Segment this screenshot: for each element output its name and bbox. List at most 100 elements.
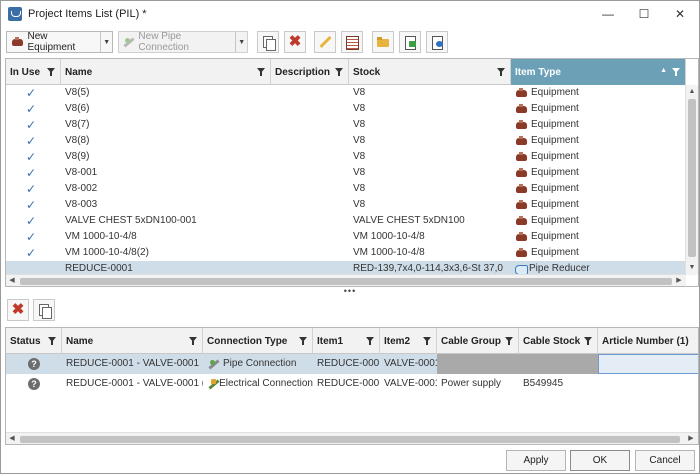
equipment-icon	[515, 136, 529, 146]
filter-icon[interactable]	[47, 68, 55, 76]
item2-cell: VALVE-0001	[384, 358, 437, 369]
table-row[interactable]: ? REDUCE-0001 - VALVE-0001 Pipe Connection…	[6, 354, 698, 374]
scroll-right-icon[interactable]: ▶	[685, 433, 697, 444]
status-cell: ?	[6, 374, 62, 394]
filter-icon[interactable]	[505, 337, 513, 345]
column-stock[interactable]: Stock	[349, 59, 511, 85]
delete-icon: ✖	[11, 301, 25, 318]
close-button[interactable]: ✕	[662, 1, 698, 27]
in-use-cell: ✓	[6, 117, 61, 133]
equipment-icon	[515, 104, 529, 114]
copy-connection-button[interactable]	[33, 299, 55, 321]
equipment-icon	[515, 152, 529, 162]
filter-icon[interactable]	[48, 337, 56, 345]
delete-connection-button[interactable]: ✖	[7, 299, 29, 321]
item1-cell: REDUCE-0001	[317, 358, 380, 369]
table-row[interactable]: ✓ V8(9) V8 Equipment	[6, 149, 686, 165]
table-row[interactable]: ✓ V8-002 V8 Equipment	[6, 181, 686, 197]
scroll-thumb[interactable]	[20, 278, 672, 285]
delete-button[interactable]: ✖	[284, 31, 306, 53]
item-stock-cell: VM 1000-10-4/8	[353, 247, 425, 258]
column-article-number[interactable]: Article Number (1)	[598, 328, 698, 354]
scroll-thumb[interactable]	[688, 99, 696, 257]
equipment-icon	[515, 216, 529, 226]
minimize-button[interactable]: —	[590, 1, 626, 27]
table-row[interactable]: ✓ VM 1000-10-4/8(2) VM 1000-10-4/8 Equipmen…	[6, 245, 686, 261]
chevron-down-icon[interactable]: ▼	[235, 32, 247, 52]
table-row[interactable]: ✓ VALVE CHEST 5xDN100-001 VALVE CHEST 5xDN…	[6, 213, 686, 229]
item-type-cell: Equipment	[511, 101, 686, 117]
table-row[interactable]: ✓ V8-001 V8 Equipment	[6, 165, 686, 181]
chevron-down-icon[interactable]: ▼	[100, 32, 112, 52]
open-button[interactable]	[372, 31, 394, 53]
column-status[interactable]: Status	[6, 328, 62, 354]
in-use-cell: ✓	[6, 133, 61, 149]
maximize-button[interactable]: ☐	[626, 1, 662, 27]
scroll-up-icon[interactable]: ▲	[686, 85, 698, 98]
table-row[interactable]: ✓ V8(7) V8 Equipment	[6, 117, 686, 133]
item-name-cell: V8(8)	[65, 135, 90, 146]
pipe-reducer-icon	[515, 264, 528, 275]
item-type-cell: Equipment	[511, 229, 686, 245]
properties-button[interactable]	[341, 31, 363, 53]
table-row[interactable]: ? REDUCE-0001 - VALVE-0001 (1) Electrical …	[6, 374, 698, 394]
column-name-label: Name	[65, 67, 93, 78]
column-name[interactable]: Name	[61, 59, 271, 85]
table-row[interactable]: ✓ VM 1000-10-4/8 VM 1000-10-4/8 Equipment	[6, 229, 686, 245]
column-cable-group[interactable]: Cable Group	[437, 328, 519, 354]
edit-button[interactable]	[314, 31, 336, 53]
new-equipment-dropdown[interactable]: New Equipment ▼	[6, 31, 113, 53]
cancel-button[interactable]: Cancel	[635, 450, 695, 471]
filter-icon[interactable]	[423, 337, 431, 345]
column-connection-name[interactable]: Name	[62, 328, 203, 354]
table-row[interactable]: ✓ V8(6) V8 Equipment	[6, 101, 686, 117]
table-row[interactable]: ✓ V8-003 V8 Equipment	[6, 197, 686, 213]
column-stock-label: Stock	[353, 67, 381, 78]
filter-icon[interactable]	[189, 337, 197, 345]
column-item1[interactable]: Item1	[313, 328, 380, 354]
column-item2[interactable]: Item2	[380, 328, 437, 354]
article-number-cell[interactable]	[598, 354, 698, 374]
import-button[interactable]	[399, 31, 421, 53]
copy-button[interactable]	[257, 31, 279, 53]
item1-cell: REDUCE-0001	[317, 378, 380, 389]
in-use-cell: ✓	[6, 229, 61, 245]
connections-horizontal-scrollbar[interactable]: ◀ ▶	[6, 432, 698, 444]
column-in-use[interactable]: In Use	[6, 59, 61, 85]
filter-icon[interactable]	[257, 68, 265, 76]
scroll-left-icon[interactable]: ◀	[6, 433, 18, 444]
scroll-left-icon[interactable]: ◀	[6, 275, 18, 286]
filter-icon[interactable]	[335, 68, 343, 76]
ok-button[interactable]: OK	[570, 450, 630, 471]
pane-splitter[interactable]: •••	[1, 287, 699, 296]
table-row[interactable]: ✓ V8(5) V8 Equipment	[6, 85, 686, 101]
filter-icon[interactable]	[497, 68, 505, 76]
column-cable-stock[interactable]: Cable Stock	[519, 328, 598, 354]
in-use-cell: ✓	[6, 85, 61, 101]
table-row[interactable]: ✓ V8(8) V8 Equipment	[6, 133, 686, 149]
filter-icon[interactable]	[584, 337, 592, 345]
column-description[interactable]: Description	[271, 59, 349, 85]
equipment-icon	[515, 88, 529, 98]
item-stock-cell: V8	[353, 103, 366, 114]
scroll-down-icon[interactable]: ▼	[686, 261, 698, 274]
article-number-cell[interactable]	[598, 374, 698, 394]
column-connection-type[interactable]: Connection Type	[203, 328, 313, 354]
in-use-cell: ✓	[6, 181, 61, 197]
item-stock-cell: V8	[353, 119, 366, 130]
scroll-thumb[interactable]	[20, 436, 680, 443]
filter-icon[interactable]	[366, 337, 374, 345]
items-vertical-scrollbar[interactable]: ▲ ▼	[685, 85, 698, 275]
scroll-right-icon[interactable]: ▶	[673, 275, 685, 286]
export-button[interactable]	[426, 31, 448, 53]
filter-icon[interactable]	[299, 337, 307, 345]
edit-pencil-icon	[318, 35, 332, 49]
item-name-cell: V8(5)	[65, 87, 90, 98]
item-description-cell	[271, 133, 349, 149]
item-description-cell	[271, 229, 349, 245]
item-stock-cell: V8	[353, 87, 366, 98]
filter-icon[interactable]	[672, 68, 680, 76]
apply-button[interactable]: Apply	[506, 450, 566, 471]
column-item-type[interactable]: Item Type ▲	[511, 59, 686, 85]
new-pipe-connection-dropdown[interactable]: New Pipe Connection ▼	[118, 31, 248, 53]
